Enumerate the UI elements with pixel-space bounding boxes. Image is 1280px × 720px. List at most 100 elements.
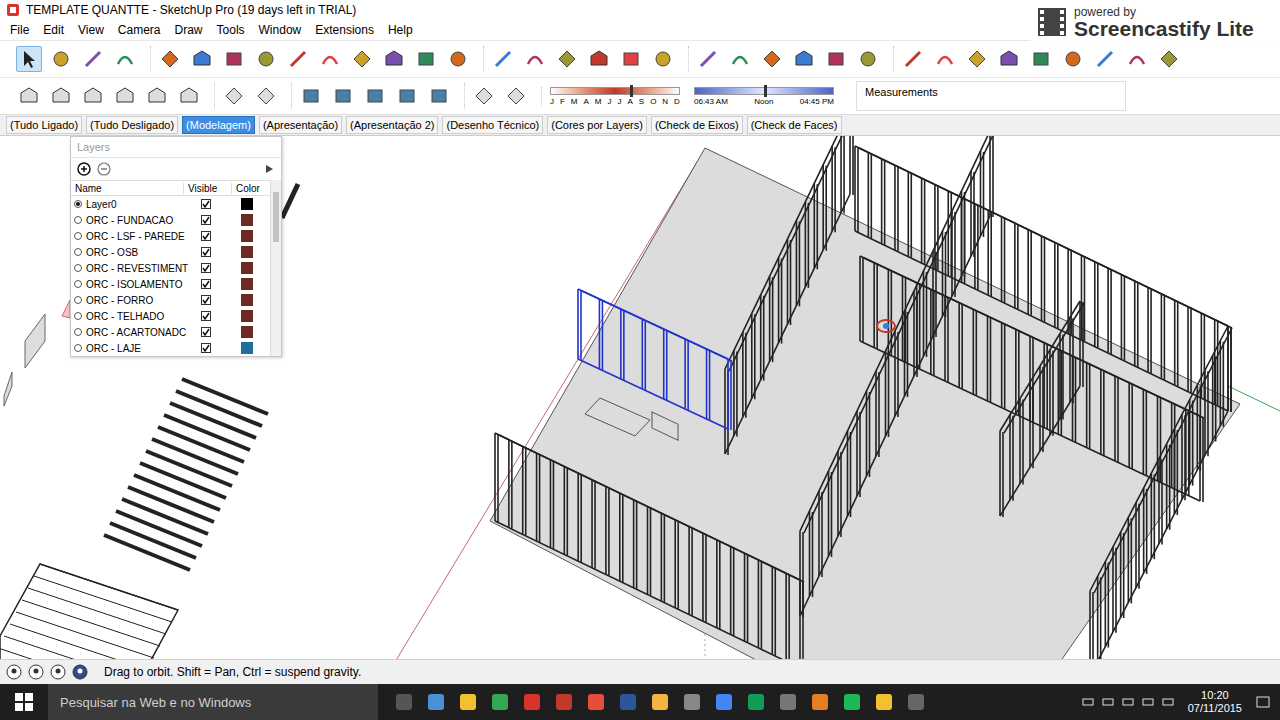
layer-color-swatch[interactable] [241,262,253,274]
current-layer-radio[interactable] [74,216,82,224]
taskbar-app[interactable] [520,690,544,714]
tool-icon[interactable] [82,48,104,70]
tray-icon[interactable] [1102,696,1114,708]
tool-button[interactable] [48,46,74,72]
tool-button[interactable] [381,46,407,72]
menu-item[interactable]: Window [259,23,302,37]
taskbar-app[interactable] [840,690,864,714]
current-layer-radio[interactable] [74,200,82,208]
tool-icon[interactable] [556,48,578,70]
tool-button[interactable] [413,46,439,72]
style-icon[interactable] [223,85,245,107]
tool-button[interactable] [791,46,817,72]
taskbar-app[interactable] [808,690,832,714]
view-button[interactable] [471,83,497,109]
taskbar-app[interactable] [488,690,512,714]
taskbar-app[interactable] [712,690,736,714]
tool-button[interactable] [445,46,471,72]
tool-button[interactable] [1156,46,1182,72]
tool-icon[interactable] [588,48,610,70]
visible-checkbox[interactable] [201,327,211,337]
style-icon[interactable] [505,85,527,107]
view-button[interactable] [394,83,420,109]
help-icon[interactable] [72,664,88,680]
visible-checkbox[interactable] [201,295,211,305]
layer-row[interactable]: ORC - LSF - PAREDE [71,228,270,244]
taskbar-app[interactable] [648,690,672,714]
taskbar-app[interactable] [744,690,768,714]
layer-row[interactable]: ORC - TELHADO [71,308,270,324]
layer-name[interactable]: ORC - LSF - PAREDE [86,231,185,242]
layer-name[interactable]: ORC - FORRO [86,295,153,306]
house-view-icon[interactable] [50,85,72,107]
house-view-icon[interactable] [178,85,200,107]
layer-row[interactable]: ORC - ISOLAMENTO [71,276,270,292]
tool-icon[interactable] [934,48,956,70]
visible-checkbox[interactable] [201,247,211,257]
layer-row[interactable]: ORC - FORRO [71,292,270,308]
tool-icon[interactable] [524,48,546,70]
tool-button[interactable] [221,46,247,72]
credits-icon[interactable] [28,664,44,680]
visible-checkbox[interactable] [201,231,211,241]
tool-icon[interactable] [255,48,277,70]
layer-row[interactable]: ORC - LAJE [71,340,270,356]
house-view-icon[interactable] [82,85,104,107]
column-header[interactable]: Name [71,183,183,194]
tool-button[interactable] [1060,46,1086,72]
tool-button[interactable] [554,46,580,72]
layer-color-swatch[interactable] [241,310,253,322]
tool-button[interactable] [932,46,958,72]
taskbar-app[interactable] [904,690,928,714]
taskbar-app[interactable] [680,690,704,714]
tool-icon[interactable] [319,48,341,70]
menu-item[interactable]: Tools [217,23,245,37]
tool-icon[interactable] [825,48,847,70]
house-view-icon[interactable] [18,85,40,107]
visible-checkbox[interactable] [201,311,211,321]
view-button[interactable] [80,83,106,109]
menu-item[interactable]: File [10,23,29,37]
tool-button[interactable] [80,46,106,72]
style-icon[interactable] [396,85,418,107]
tool-button[interactable] [1092,46,1118,72]
current-layer-radio[interactable] [74,312,82,320]
layer-row[interactable]: ORC - ACARTONADC [71,324,270,340]
layer-color-swatch[interactable] [241,246,253,258]
visible-checkbox[interactable] [201,343,211,353]
scene-tab[interactable]: (Apresentação) [259,116,342,134]
layer-color-swatch[interactable] [241,342,253,354]
current-layer-radio[interactable] [74,328,82,336]
tool-icon[interactable] [383,48,405,70]
house-view-icon[interactable] [114,85,136,107]
menu-item[interactable]: Camera [118,23,161,37]
style-icon[interactable] [255,85,277,107]
visible-checkbox[interactable] [201,279,211,289]
current-layer-radio[interactable] [74,344,82,352]
tool-icon[interactable] [761,48,783,70]
tool-button[interactable] [996,46,1022,72]
taskbar-search[interactable]: Pesquisar na Web e no Windows [48,684,378,720]
layer-name[interactable]: Layer0 [86,199,117,210]
view-button[interactable] [503,83,529,109]
geo-location-icon[interactable] [6,664,22,680]
tool-button[interactable] [317,46,343,72]
clock[interactable]: 10:2007/11/2015 [1182,689,1248,715]
layer-row[interactable]: ORC - FUNDACAO [71,212,270,228]
taskbar-app[interactable] [872,690,896,714]
month-slider[interactable]: JFMAMJJASOND [550,87,680,106]
scene-tab[interactable]: (Modelagem) [182,116,255,134]
tool-icon[interactable] [191,48,213,70]
layer-color-swatch[interactable] [241,294,253,306]
tool-button[interactable] [695,46,721,72]
taskbar-app[interactable] [424,690,448,714]
select-tool[interactable] [16,46,42,72]
view-button[interactable] [176,83,202,109]
tool-icon[interactable] [902,48,924,70]
tool-button[interactable] [1124,46,1150,72]
tool-button[interactable] [855,46,881,72]
scene-tab[interactable]: (Check de Eixos) [651,116,743,134]
tool-button[interactable] [727,46,753,72]
style-icon[interactable] [300,85,322,107]
layer-name[interactable]: ORC - TELHADO [86,311,164,322]
